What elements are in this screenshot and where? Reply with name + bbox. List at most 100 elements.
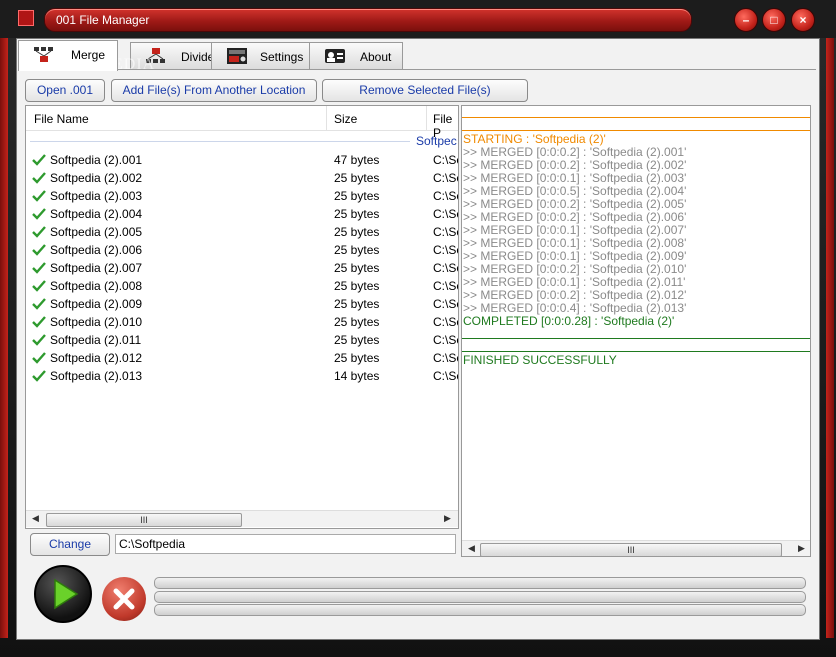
file-size: 25 bytes	[334, 243, 380, 257]
log-hscrollbar[interactable]: ◀ III ▶	[462, 540, 810, 556]
log-finished: FINISHED SUCCESSFULLY	[463, 353, 617, 367]
right-frame-edge	[826, 38, 834, 638]
file-row[interactable]: Softpedia (2).004 25 bytes C:\Sc	[26, 205, 458, 223]
file-name: Softpedia (2).004	[50, 207, 143, 221]
file-row[interactable]: Softpedia (2).006 25 bytes C:\Sc	[26, 241, 458, 259]
file-row[interactable]: Softpedia (2).008 25 bytes C:\Sc	[26, 277, 458, 295]
maximize-button[interactable]: □	[762, 8, 786, 32]
change-path-button[interactable]: Change	[30, 533, 110, 556]
file-path: C:\Sc	[433, 243, 458, 257]
settings-icon	[227, 48, 247, 64]
file-row[interactable]: Softpedia (2).011 25 bytes C:\Sc	[26, 331, 458, 349]
progress-bar-1	[154, 577, 806, 589]
file-list-hscrollbar[interactable]: ◀ III ▶	[26, 510, 458, 527]
check-icon	[32, 298, 46, 310]
file-row[interactable]: Softpedia (2).005 25 bytes C:\Sc	[26, 223, 458, 241]
add-files-button[interactable]: Add File(s) From Another Location	[111, 79, 317, 102]
log-merged-line: >> MERGED [0:0:0.1] : 'Softpedia (2).007…	[463, 223, 687, 237]
log-merged-line: >> MERGED [0:0:0.2] : 'Softpedia (2).001…	[463, 145, 687, 159]
check-icon	[32, 244, 46, 256]
remove-selected-button[interactable]: Remove Selected File(s)	[322, 79, 528, 102]
file-size: 47 bytes	[334, 153, 380, 167]
title-bar[interactable]: 001 File Manager – □ ×	[0, 0, 836, 38]
file-name: Softpedia (2).013	[50, 369, 143, 383]
file-row[interactable]: Softpedia (2).010 25 bytes C:\Sc	[26, 313, 458, 331]
log-merged-line: >> MERGED [0:0:0.2] : 'Softpedia (2).005…	[463, 197, 687, 211]
file-size: 25 bytes	[334, 261, 380, 275]
app-icon[interactable]	[18, 10, 34, 26]
file-name: Softpedia (2).006	[50, 243, 143, 257]
stop-button[interactable]	[102, 577, 146, 621]
scroll-thumb[interactable]: III	[480, 543, 782, 556]
file-path: C:\Sc	[433, 351, 458, 365]
file-path: C:\Sc	[433, 297, 458, 311]
file-size: 25 bytes	[334, 315, 380, 329]
log-merged-line: >> MERGED [0:0:0.2] : 'Softpedia (2).006…	[463, 210, 687, 224]
file-size: 25 bytes	[334, 171, 380, 185]
group-header[interactable]: Softpec	[416, 134, 457, 148]
tab-merge-label: Merge	[71, 48, 106, 62]
log-panel[interactable]: STARTING : 'Softpedia (2)' >> MERGED [0:…	[461, 105, 811, 557]
progress-bar-2	[154, 591, 806, 603]
file-name: Softpedia (2).008	[50, 279, 143, 293]
file-row[interactable]: Softpedia (2).001 47 bytes C:\Sc	[26, 151, 458, 169]
file-row[interactable]: Softpedia (2).009 25 bytes C:\Sc	[26, 295, 458, 313]
left-frame-edge	[0, 38, 8, 638]
file-name: Softpedia (2).005	[50, 225, 143, 239]
merge-icon	[34, 47, 53, 62]
check-icon	[32, 280, 46, 292]
log-merged-line: >> MERGED [0:0:0.2] : 'Softpedia (2).010…	[463, 262, 687, 276]
app-window: 001 File Manager – □ × Merge Divide Sett…	[0, 0, 836, 657]
file-name: Softpedia (2).007	[50, 261, 143, 275]
start-button[interactable]	[34, 565, 92, 623]
tab-divide-label: Divide	[181, 50, 215, 64]
file-row[interactable]: Softpedia (2).007 25 bytes C:\Sc	[26, 259, 458, 277]
file-path: C:\Sc	[433, 171, 458, 185]
file-list[interactable]: File Name Size File P Softpec Softpedia …	[25, 105, 459, 529]
file-size: 25 bytes	[334, 279, 380, 293]
column-size[interactable]: Size	[334, 112, 357, 126]
tab-about-label: About	[360, 50, 392, 64]
tab-settings[interactable]: Settings	[211, 42, 311, 69]
about-icon	[325, 49, 345, 63]
file-row[interactable]: Softpedia (2).012 25 bytes C:\Sc	[26, 349, 458, 367]
tab-merge[interactable]: Merge	[18, 40, 118, 71]
output-path-field[interactable]: C:\Softpedia	[115, 534, 456, 554]
file-path: C:\Sc	[433, 369, 458, 383]
file-row[interactable]: Softpedia (2).013 14 bytes C:\Sc	[26, 367, 458, 385]
log-merged-line: >> MERGED [0:0:0.1] : 'Softpedia (2).008…	[463, 236, 687, 250]
log-separator	[462, 351, 810, 352]
log-merged-line: >> MERGED [0:0:0.4] : 'Softpedia (2).013…	[463, 301, 687, 315]
scroll-left-arrow[interactable]: ◀	[32, 513, 39, 524]
file-row[interactable]: Softpedia (2).003 25 bytes C:\Sc	[26, 187, 458, 205]
tab-about[interactable]: About	[309, 42, 403, 69]
check-icon	[32, 334, 46, 346]
file-path: C:\Sc	[433, 207, 458, 221]
check-icon	[32, 370, 46, 382]
column-file-name[interactable]: File Name	[34, 112, 89, 126]
scroll-right-arrow[interactable]: ▶	[444, 513, 451, 524]
scroll-thumb[interactable]: III	[46, 513, 242, 527]
group-line	[30, 141, 410, 142]
log-merged-line: >> MERGED [0:0:0.1] : 'Softpedia (2).009…	[463, 249, 687, 263]
close-button[interactable]: ×	[791, 8, 815, 32]
file-path: C:\Sc	[433, 261, 458, 275]
scroll-right-arrow[interactable]: ▶	[798, 543, 805, 554]
check-icon	[32, 154, 46, 166]
file-path: C:\Sc	[433, 189, 458, 203]
open-001-button[interactable]: Open .001	[25, 79, 105, 102]
log-merged-line: >> MERGED [0:0:0.5] : 'Softpedia (2).004…	[463, 184, 687, 198]
minimize-button[interactable]: –	[734, 8, 758, 32]
file-size: 14 bytes	[334, 369, 380, 383]
file-name: Softpedia (2).011	[50, 333, 142, 347]
file-row[interactable]: Softpedia (2).002 25 bytes C:\Sc	[26, 169, 458, 187]
column-separator	[426, 106, 427, 130]
check-icon	[32, 352, 46, 364]
file-name: Softpedia (2).001	[50, 153, 143, 167]
file-path: C:\Sc	[433, 153, 458, 167]
file-name: Softpedia (2).003	[50, 189, 143, 203]
scroll-left-arrow[interactable]: ◀	[468, 543, 475, 554]
check-icon	[32, 262, 46, 274]
file-name: Softpedia (2).002	[50, 171, 143, 185]
log-merged-line: >> MERGED [0:0:0.2] : 'Softpedia (2).002…	[463, 158, 687, 172]
